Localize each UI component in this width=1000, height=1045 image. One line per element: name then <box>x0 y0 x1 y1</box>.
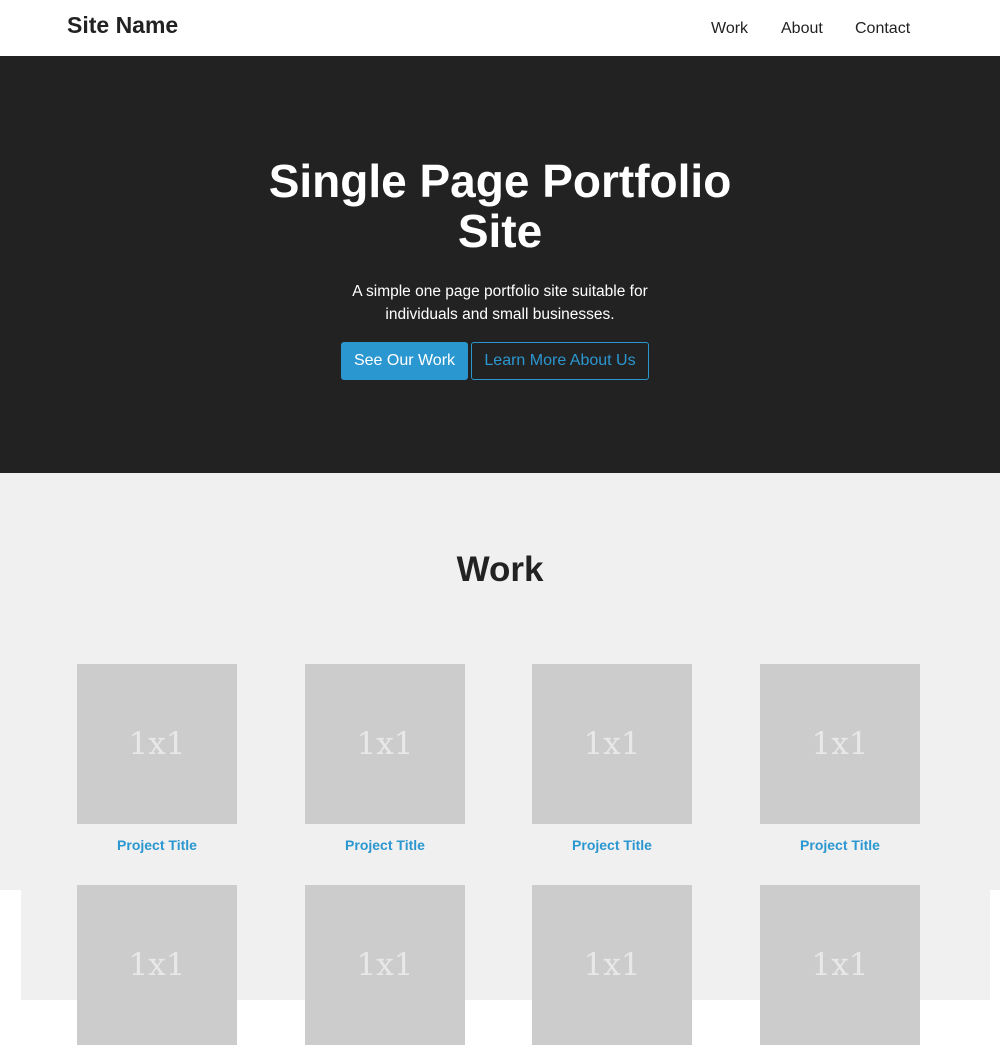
hero-section: Single Page Portfolio Site A simple one … <box>0 56 1000 473</box>
project-card: 1x1 Project Title <box>305 664 465 854</box>
project-card: 1x1 <box>77 885 237 1045</box>
learn-more-button[interactable]: Learn More About Us <box>471 342 649 380</box>
project-thumbnail[interactable]: 1x1 <box>305 664 465 824</box>
see-our-work-button[interactable]: See Our Work <box>341 342 468 380</box>
project-card: 1x1 <box>532 885 692 1045</box>
project-title-link[interactable]: Project Title <box>532 837 692 854</box>
project-title-link[interactable]: Project Title <box>77 837 237 854</box>
nav-link-about[interactable]: About <box>781 19 823 39</box>
nav-link-contact[interactable]: Contact <box>855 19 910 39</box>
work-heading: Work <box>456 550 544 589</box>
project-thumbnail[interactable]: 1x1 <box>77 664 237 824</box>
project-card: 1x1 <box>760 885 920 1045</box>
project-thumbnail[interactable]: 1x1 <box>760 664 920 824</box>
project-card: 1x1 Project Title <box>760 664 920 854</box>
project-thumbnail[interactable]: 1x1 <box>77 885 237 1045</box>
site-name-link[interactable]: Site Name <box>67 11 178 39</box>
project-thumbnail[interactable]: 1x1 <box>532 664 692 824</box>
project-card: 1x1 <box>305 885 465 1045</box>
project-thumbnail[interactable]: 1x1 <box>532 885 692 1045</box>
hero-subtitle: A simple one page portfolio site suitabl… <box>352 283 648 323</box>
project-card: 1x1 Project Title <box>532 664 692 854</box>
nav-link-work[interactable]: Work <box>711 19 748 39</box>
top-nav-bar: Site Name Work About Contact <box>0 0 1000 56</box>
project-card: 1x1 Project Title <box>77 664 237 854</box>
project-thumbnail[interactable]: 1x1 <box>305 885 465 1045</box>
project-title-link[interactable]: Project Title <box>305 837 465 854</box>
hero-title: Single Page Portfolio Site <box>268 155 732 257</box>
project-title-link[interactable]: Project Title <box>760 837 920 854</box>
project-thumbnail[interactable]: 1x1 <box>760 885 920 1045</box>
